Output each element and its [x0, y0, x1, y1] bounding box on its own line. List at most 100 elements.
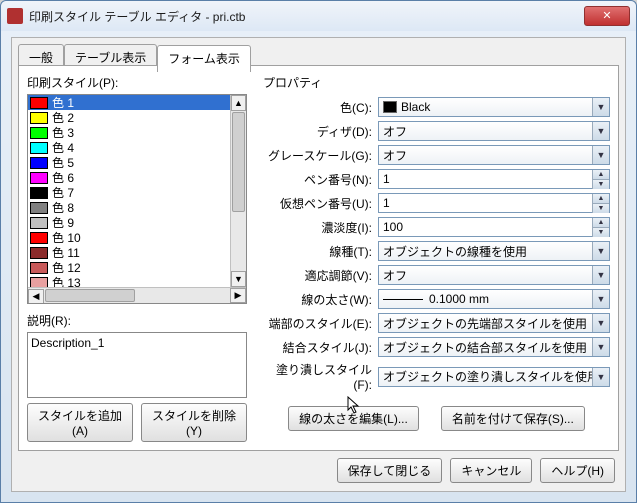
save-as-button[interactable]: 名前を付けて保存(S)...: [441, 406, 585, 431]
scroll-down-button[interactable]: ▼: [231, 271, 246, 287]
window-title: 印刷スタイル テーブル エディタ - pri.ctb: [29, 8, 584, 25]
linetype-label: 線種(T):: [263, 243, 378, 260]
spin-up-icon[interactable]: ▲: [592, 194, 609, 204]
scroll-thumb[interactable]: [232, 112, 245, 212]
horizontal-scrollbar[interactable]: ◀ ▶: [28, 287, 246, 303]
chevron-down-icon: ▼: [592, 98, 609, 116]
endcap-combo[interactable]: オブジェクトの先端部スタイルを使用▼: [378, 313, 610, 333]
screen-spinner[interactable]: 100 ▲▼: [378, 217, 610, 237]
chevron-down-icon: ▼: [592, 242, 609, 260]
list-item[interactable]: 色 3: [28, 125, 230, 140]
row-screen: 濃淡度(I): 100 ▲▼: [263, 217, 610, 237]
save-close-button[interactable]: 保存して閉じる: [337, 458, 443, 483]
list-item[interactable]: 色 7: [28, 185, 230, 200]
join-label: 結合スタイル(J):: [263, 339, 378, 356]
spin-up-icon[interactable]: ▲: [592, 218, 609, 228]
row-vpen: 仮想ペン番号(U): 1 ▲▼: [263, 193, 610, 213]
list-item-label: 色 13: [52, 274, 81, 287]
list-item[interactable]: 色 2: [28, 110, 230, 125]
lineweight-label: 線の太さ(W):: [263, 291, 378, 308]
pen-spinner[interactable]: 1 ▲▼: [378, 169, 610, 189]
join-value: オブジェクトの結合部スタイルを使用: [383, 339, 587, 356]
pen-value: 1: [383, 172, 390, 186]
grayscale-combo[interactable]: オフ▼: [378, 145, 610, 165]
join-combo[interactable]: オブジェクトの結合部スタイルを使用 ▼: [378, 337, 610, 357]
client-area: 一般 テーブル表示 フォーム表示 印刷スタイル(P): 色 1色 2色 3色 4…: [11, 37, 626, 492]
list-item[interactable]: 色 1: [28, 95, 230, 110]
chevron-down-icon: ▼: [592, 290, 609, 308]
list-inner: 色 1色 2色 3色 4色 5色 6色 7色 8色 9色 10色 11色 12色…: [28, 95, 230, 287]
screen-label: 濃淡度(I):: [263, 219, 378, 236]
vpen-value: 1: [383, 196, 390, 210]
spin-down-icon[interactable]: ▼: [592, 180, 609, 189]
list-item[interactable]: 色 4: [28, 140, 230, 155]
color-swatch-icon: [30, 262, 48, 274]
grayscale-value: オフ: [383, 147, 407, 164]
linetype-combo[interactable]: オブジェクトの線種を使用▼: [378, 241, 610, 261]
list-item[interactable]: 色 9: [28, 215, 230, 230]
color-combo[interactable]: Black ▼: [378, 97, 610, 117]
color-swatch-icon: [30, 202, 48, 214]
chevron-down-icon: ▼: [592, 338, 609, 356]
print-styles-listbox[interactable]: 色 1色 2色 3色 4色 5色 6色 7色 8色 9色 10色 11色 12色…: [27, 94, 247, 304]
titlebar: 印刷スタイル テーブル エディタ - pri.ctb ✕: [1, 1, 636, 31]
add-style-button[interactable]: スタイルを追加(A): [27, 403, 133, 442]
style-buttons: スタイルを追加(A) スタイルを削除(Y): [27, 403, 247, 442]
color-swatch-icon: [30, 127, 48, 139]
help-button[interactable]: ヘルプ(H): [540, 458, 615, 483]
color-swatch-icon: [30, 187, 48, 199]
list-item[interactable]: 色 10: [28, 230, 230, 245]
fill-combo[interactable]: オブジェクトの塗り潰しスタイルを使用▼: [378, 367, 610, 387]
tab-form-view[interactable]: フォーム表示: [157, 45, 251, 72]
scroll-up-button[interactable]: ▲: [231, 95, 246, 111]
property-buttons: 線の太さを編集(L)... 名前を付けて保存(S)...: [263, 406, 610, 431]
lineweight-preview-icon: [383, 299, 423, 300]
row-dither: ディザ(D): オフ▼: [263, 121, 610, 141]
color-swatch-icon: [30, 217, 48, 229]
color-swatch-icon: [30, 277, 48, 288]
adaptive-combo[interactable]: オフ▼: [378, 265, 610, 285]
left-column: 印刷スタイル(P): 色 1色 2色 3色 4色 5色 6色 7色 8色 9色 …: [27, 74, 247, 442]
dither-combo[interactable]: オフ▼: [378, 121, 610, 141]
list-item[interactable]: 色 12: [28, 260, 230, 275]
chevron-down-icon: ▼: [592, 314, 609, 332]
spin-down-icon[interactable]: ▼: [592, 228, 609, 237]
vpen-spinner[interactable]: 1 ▲▼: [378, 193, 610, 213]
spin-up-icon[interactable]: ▲: [592, 170, 609, 180]
list-item[interactable]: 色 5: [28, 155, 230, 170]
spin-down-icon[interactable]: ▼: [592, 204, 609, 213]
list-item[interactable]: 色 13: [28, 275, 230, 287]
dialog-buttons: 保存して閉じる キャンセル ヘルプ(H): [337, 458, 615, 483]
list-item[interactable]: 色 6: [28, 170, 230, 185]
list-item[interactable]: 色 8: [28, 200, 230, 215]
color-value: Black: [401, 100, 430, 114]
color-swatch-icon: [30, 247, 48, 259]
chevron-down-icon: ▼: [592, 368, 609, 386]
close-button[interactable]: ✕: [584, 6, 630, 26]
delete-style-button[interactable]: スタイルを削除(Y): [141, 403, 247, 442]
adaptive-label: 適応調節(V):: [263, 267, 378, 284]
right-column: プロパティ 色(C): Black▼ ディザ(D): オフ▼ グレースケール(G…: [263, 74, 610, 442]
vpen-label: 仮想ペン番号(U):: [263, 195, 378, 212]
row-color: 色(C): Black▼: [263, 97, 610, 117]
edit-lineweight-button[interactable]: 線の太さを編集(L)...: [288, 406, 419, 431]
vertical-scrollbar[interactable]: ▲ ▼: [230, 95, 246, 287]
scroll-left-button[interactable]: ◀: [28, 289, 44, 304]
screen-value: 100: [383, 220, 403, 234]
row-join: 結合スタイル(J): オブジェクトの結合部スタイルを使用 ▼: [263, 337, 610, 357]
lineweight-value: 0.1000 mm: [429, 292, 489, 306]
lineweight-combo[interactable]: 0.1000 mm ▼: [378, 289, 610, 309]
description-textarea[interactable]: [27, 332, 247, 398]
hscroll-thumb[interactable]: [45, 289, 135, 302]
color-swatch-icon: [30, 97, 48, 109]
list-item[interactable]: 色 11: [28, 245, 230, 260]
pen-label: ペン番号(N):: [263, 171, 378, 188]
print-styles-label: 印刷スタイル(P):: [27, 74, 247, 91]
color-swatch-icon: [30, 172, 48, 184]
cancel-button[interactable]: キャンセル: [450, 458, 532, 483]
fill-label: 塗り潰しスタイル(F):: [263, 361, 378, 392]
color-swatch-icon: [30, 157, 48, 169]
row-adaptive: 適応調節(V): オフ▼: [263, 265, 610, 285]
color-swatch-icon: [30, 232, 48, 244]
scroll-right-button[interactable]: ▶: [230, 288, 246, 303]
